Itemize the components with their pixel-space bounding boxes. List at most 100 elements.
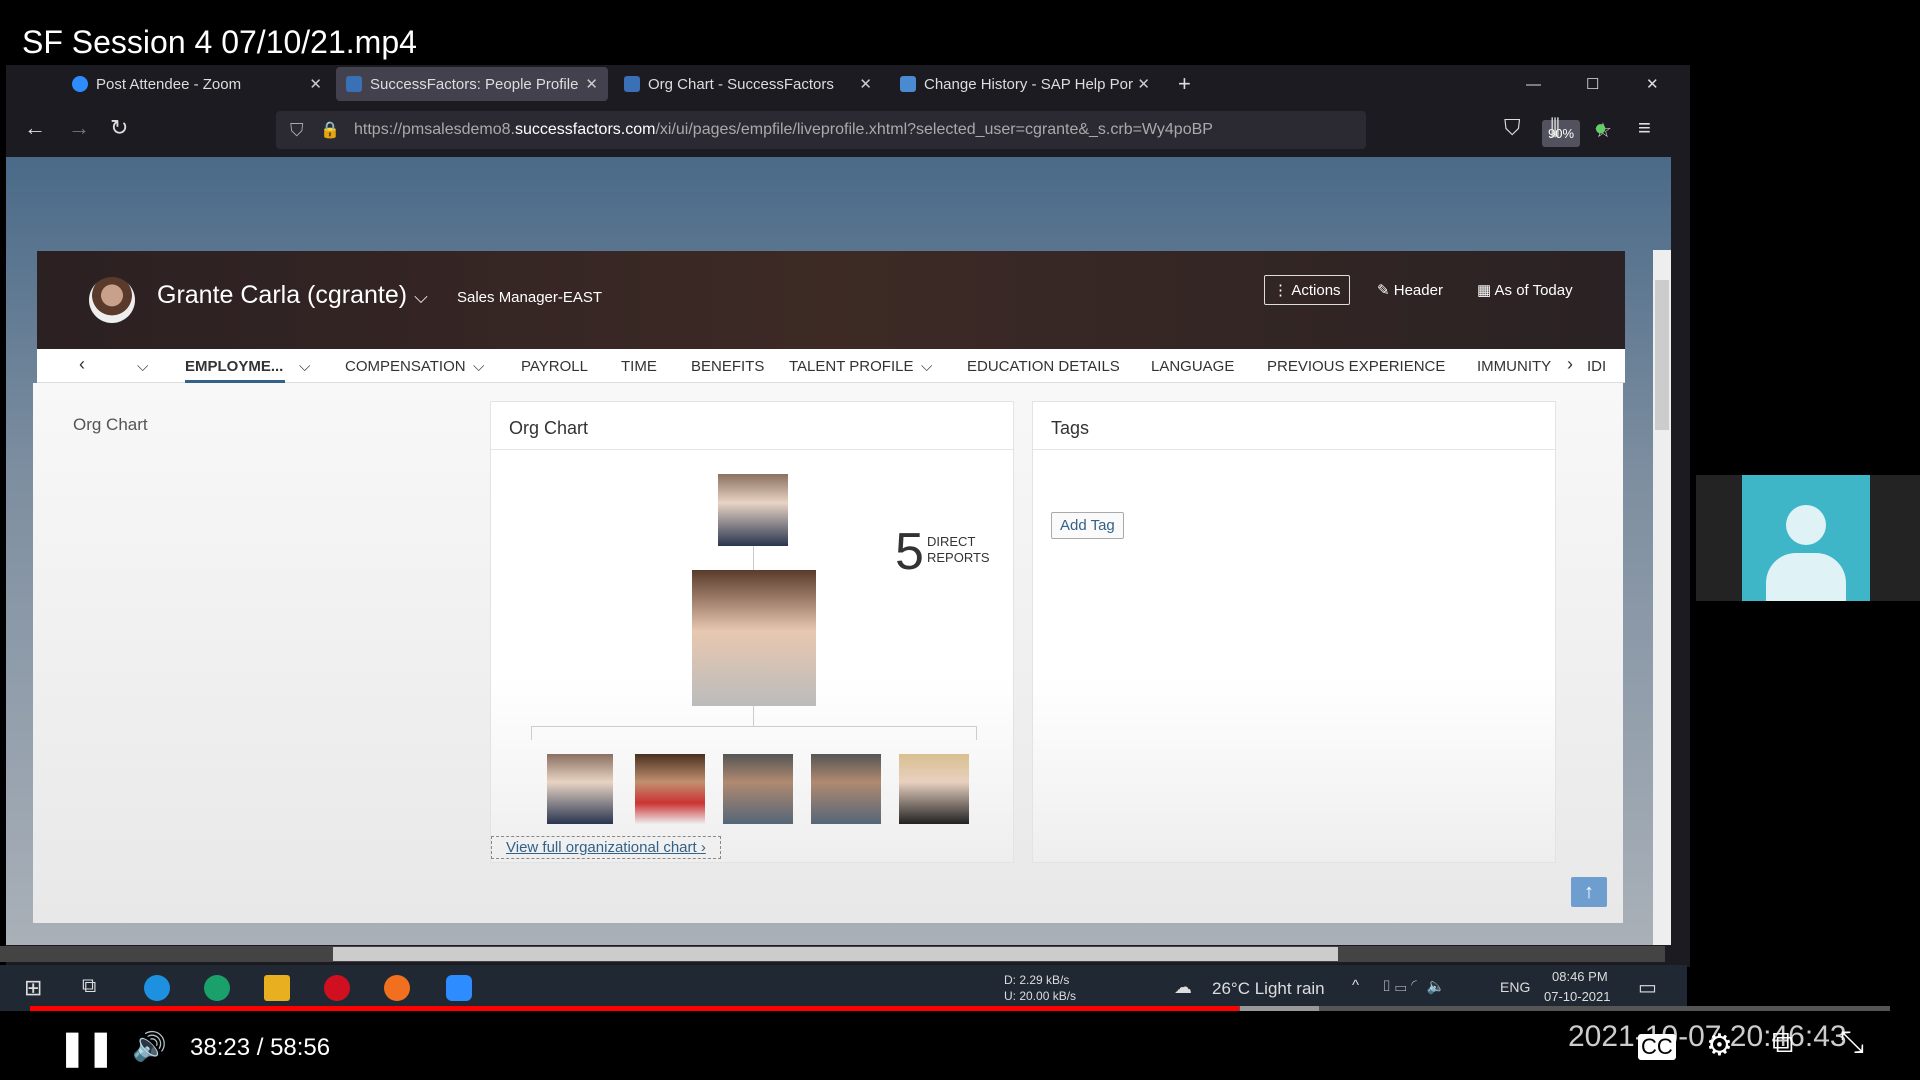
zoom-level[interactable]: 90% [1542, 120, 1581, 147]
nav-dropdown-icon[interactable]: ⌵ [137, 358, 148, 375]
captions-icon[interactable]: CC [1638, 1034, 1676, 1060]
nav-next-icon[interactable]: › [1567, 354, 1573, 375]
person-head-icon [1786, 505, 1826, 545]
actions-button[interactable]: ⋮ Actions [1264, 275, 1350, 305]
library-icon[interactable]: ⫼ [1550, 115, 1560, 141]
participant-avatar [1742, 475, 1870, 601]
close-icon[interactable]: ✕ [859, 75, 872, 93]
back-icon[interactable]: ← [24, 115, 46, 141]
employee-name[interactable]: Grante Carla (cgrante) ⌵ [157, 281, 428, 310]
pocket-icon[interactable]: ⛉ [1504, 115, 1521, 141]
settings-icon[interactable]: ⚙ [1706, 1028, 1733, 1063]
tab-label: SuccessFactors: People Profile [370, 75, 579, 93]
nav-payroll[interactable]: PAYROLL [521, 358, 588, 375]
manager-photo[interactable] [718, 474, 788, 546]
report-photo[interactable] [723, 754, 793, 824]
tab-label: Post Attendee - Zoom [96, 75, 242, 93]
forward-icon[interactable]: → [68, 115, 90, 141]
nav-immunity[interactable]: IMMUNITY [1477, 358, 1551, 375]
name-text: Grante Carla (cgrante) [157, 281, 408, 309]
extension-icon[interactable]: ● [1594, 115, 1607, 141]
file-explorer-icon[interactable] [264, 975, 290, 1001]
tab-zoom[interactable]: Post Attendee - Zoom ✕ [62, 67, 332, 101]
header-button[interactable]: ✎ Header [1377, 281, 1443, 299]
tab-label: Change History - SAP Help Por [924, 75, 1133, 93]
url-path: /xi/ui/pages/empfile/liveprofile.xhtml?s… [655, 121, 1213, 138]
scroll-to-top-button[interactable]: ↑ [1571, 877, 1607, 907]
successfactors-icon [346, 76, 362, 92]
nav-talent-profile[interactable]: TALENT PROFILE [789, 358, 913, 375]
nav-language[interactable]: LANGUAGE [1151, 358, 1234, 375]
nav-time[interactable]: TIME [621, 358, 657, 375]
as-of-today-button[interactable]: ▦ As of Today [1477, 281, 1573, 299]
notification-icon[interactable]: ▭ [1638, 975, 1657, 1000]
direct-label: DIRECT [927, 534, 976, 549]
windows-start-icon[interactable]: ⊞ [24, 975, 42, 1001]
scrollbar-thumb[interactable] [333, 947, 1338, 961]
task-view-icon[interactable]: ⧉ [82, 975, 96, 998]
url-domain: successfactors.com [514, 121, 656, 138]
vertical-scrollbar[interactable] [1653, 250, 1671, 945]
clock-date[interactable]: 07-10-2021 [1544, 989, 1611, 1004]
chevron-down-icon: ⌵ [414, 287, 428, 307]
web-page: Grante Carla (cgrante) ⌵ Sales Manager-E… [6, 157, 1671, 945]
employee-photo[interactable] [692, 570, 816, 706]
reload-icon[interactable]: ↻ [110, 115, 128, 141]
menu-icon[interactable]: ≡ [1638, 115, 1651, 141]
edge-icon[interactable] [204, 975, 230, 1001]
zoom-app-icon[interactable] [446, 975, 472, 1001]
tab-change-history[interactable]: Change History - SAP Help Por ✕ [890, 67, 1160, 101]
successfactors-icon [624, 76, 640, 92]
chevron-down-icon[interactable]: ⌵ [921, 358, 932, 375]
nav-employment[interactable]: EMPLOYME... [185, 358, 283, 375]
report-photo[interactable] [899, 754, 969, 824]
close-window-button[interactable]: ✕ [1636, 67, 1669, 101]
language-indicator[interactable]: ENG [1500, 979, 1530, 995]
system-tray-icons[interactable]: ⌷ ▭ ◜ 🔈 [1382, 977, 1445, 995]
tab-people-profile[interactable]: SuccessFactors: People Profile ✕ [336, 67, 608, 101]
miniplayer-icon[interactable]: ⧉ [1772, 1026, 1793, 1060]
report-photo[interactable] [635, 754, 705, 824]
tab-org-chart[interactable]: Org Chart - SuccessFactors ✕ [614, 67, 882, 101]
add-tag-button[interactable]: Add Tag [1051, 512, 1124, 539]
exit-fullscreen-icon[interactable]: ⤡ [1840, 1026, 1864, 1060]
chevron-up-icon[interactable]: ^ [1352, 977, 1359, 994]
played-bar[interactable] [30, 1006, 1239, 1011]
nav-previous-experience[interactable]: PREVIOUS EXPERIENCE [1267, 358, 1445, 375]
content-area: Org Chart Org Chart 5 DIRECT REPORTS View… [33, 383, 1623, 923]
minimize-button[interactable]: — [1516, 67, 1551, 101]
close-icon[interactable]: ✕ [1137, 75, 1150, 93]
view-full-org-chart-link[interactable]: View full organizational chart › [491, 836, 721, 859]
close-icon[interactable]: ✕ [585, 75, 598, 93]
pencil-icon: ✎ [1377, 282, 1394, 299]
url-bar[interactable]: ⛉ 🔒 https://pmsalesdemo8. successfactors.… [276, 111, 1612, 149]
nav-compensation[interactable]: COMPENSATION [345, 358, 466, 375]
skype-icon[interactable] [144, 975, 170, 1001]
opera-icon[interactable] [324, 975, 350, 1001]
net-upload: U: 20.00 kB/s [1004, 989, 1077, 1003]
firefox-icon[interactable] [384, 975, 410, 1001]
volume-icon[interactable]: 🔊 [132, 1030, 167, 1063]
nav-idi[interactable]: IDI [1587, 358, 1606, 375]
close-icon[interactable]: ✕ [309, 75, 322, 93]
card-title: Tags [1033, 402, 1555, 450]
nav-prev-icon[interactable]: ‹ [79, 354, 85, 375]
connector-line [753, 706, 754, 726]
new-tab-button[interactable]: + [1168, 67, 1201, 101]
chevron-down-icon[interactable]: ⌵ [299, 358, 310, 375]
report-photo[interactable] [811, 754, 881, 824]
nav-education-details[interactable]: EDUCATION DETAILS [967, 358, 1120, 375]
nav-benefits[interactable]: BENEFITS [691, 358, 764, 375]
chevron-down-icon[interactable]: ⌵ [473, 358, 484, 375]
report-photo[interactable] [547, 754, 613, 824]
scrollbar-thumb[interactable] [1655, 280, 1669, 430]
windows-taskbar: ⊞ ⧉ D: 2.29 kB/s U: 20.00 kB/s ☁ 26°C Li… [0, 965, 1687, 1011]
pause-icon[interactable]: ❚❚ [58, 1028, 115, 1068]
nav-toolbar: ← → ↻ ⛉ 🔒 https://pmsalesdemo8. successfa… [6, 105, 1690, 157]
connector-line [753, 546, 754, 570]
maximize-button[interactable]: ☐ [1576, 67, 1609, 101]
reports-label: REPORTS [927, 550, 990, 565]
clock-time[interactable]: 08:46 PM [1552, 969, 1608, 984]
shield-icon[interactable]: ⛉ [290, 120, 304, 141]
weather[interactable]: 26°C Light rain [1212, 979, 1325, 999]
